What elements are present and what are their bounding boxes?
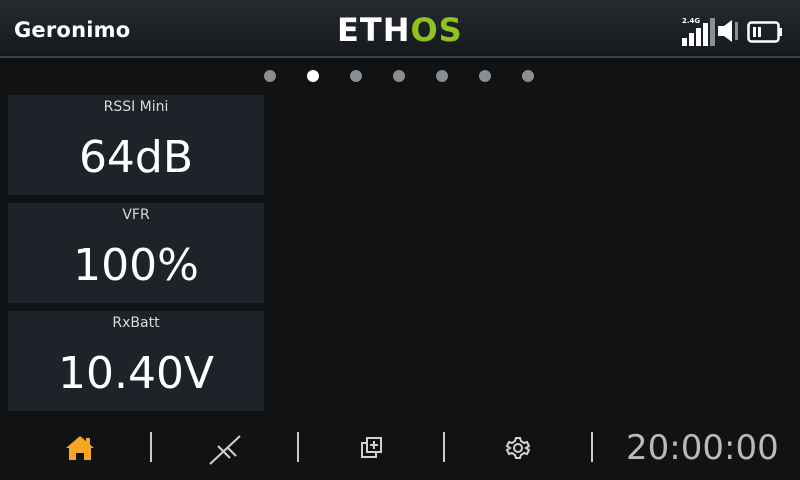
widget-value: 10.40V [57,348,215,399]
page-dot-7[interactable] [522,70,534,82]
timer-clock[interactable]: 20:00:00 [626,428,779,468]
page-dot-3[interactable] [350,70,362,82]
widget-value: 64dB [78,132,194,183]
page-dot-1[interactable] [264,70,276,82]
battery-icon [747,21,782,43]
speaker-icon [718,20,738,42]
top-bar: Geronimo ETHOS 2.4G [0,0,800,58]
model-name[interactable]: Geronimo [14,18,130,42]
home-button[interactable] [50,428,110,468]
widget-title: RSSI Mini [103,99,169,115]
add-widget-icon [361,437,382,458]
gear-icon [505,437,531,459]
widgets-button[interactable] [342,428,402,468]
page-dot-2-active[interactable] [307,70,319,82]
widget-title: RxBatt [112,315,160,331]
logo-text-main: ETH [337,11,411,49]
widget-title: VFR [122,207,150,223]
logo-text-accent: OS [410,11,463,49]
widget-rxbatt[interactable]: RxBatt 10.40V [8,311,264,411]
separator [297,432,299,462]
widget-value: 100% [73,240,199,291]
separator [150,432,152,462]
widget-rssi[interactable]: RSSI Mini 64dB [8,95,264,195]
page-dot-6[interactable] [479,70,491,82]
page-indicator [0,68,800,84]
separator [591,432,593,462]
band-label: 2.4G [682,17,701,25]
model-icon [209,435,241,465]
bottom-bar: 20:00:00 [0,420,800,480]
page-dot-4[interactable] [393,70,405,82]
page-dot-5[interactable] [436,70,448,82]
home-icon [66,436,94,460]
separator [443,432,445,462]
settings-button[interactable] [488,428,548,468]
ethos-logo: ETHOS [337,12,463,48]
model-button[interactable] [194,428,254,468]
widget-vfr[interactable]: VFR 100% [8,203,264,303]
status-icons[interactable]: 2.4G [680,14,790,48]
